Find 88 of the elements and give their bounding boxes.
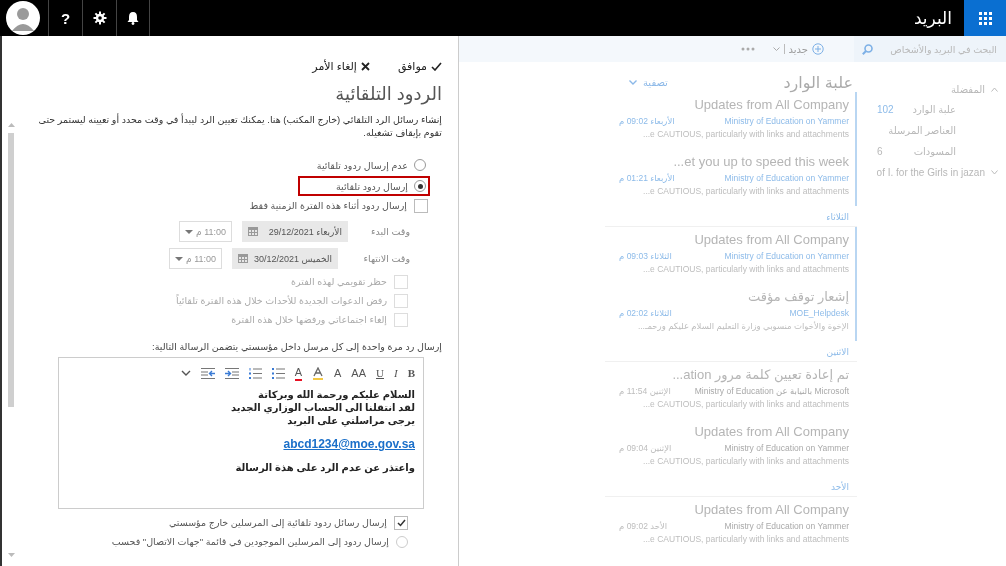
time-label: وقت الانتهاء bbox=[362, 253, 410, 264]
caret-icon bbox=[991, 169, 998, 175]
option-label: إرسال ردود تلقائية bbox=[336, 180, 408, 192]
message-sender: Ministry of Education on Yammer bbox=[724, 173, 849, 183]
italic-button[interactable]: I bbox=[394, 366, 398, 380]
message-sender: Microsoft بالنيابة عن Ministry of Education bbox=[694, 386, 849, 396]
highlight-icon[interactable] bbox=[312, 366, 324, 380]
message-subject: Updates from All Company bbox=[693, 424, 849, 440]
outdent-icon[interactable] bbox=[200, 367, 215, 379]
panel-title: الردود التلقائية bbox=[334, 83, 442, 105]
message-sender: MOE_Helpdesk bbox=[789, 308, 849, 318]
message-preview: الإخوة والأخوات منسوبي وزارة التعليم السلام عليكم ورحمـ... bbox=[636, 321, 849, 331]
option-label: إرسال ردود أثناء هذه الفترة الزمنية فقط bbox=[249, 200, 407, 211]
bell-icon[interactable] bbox=[116, 0, 150, 36]
message-time: الثلاثاء 09:03 م bbox=[619, 251, 672, 261]
grow-font-button[interactable]: A bbox=[334, 366, 342, 380]
time-dropdown[interactable]: 11:00 م bbox=[179, 221, 232, 242]
chevron-down-icon bbox=[629, 79, 637, 85]
caret-icon bbox=[991, 87, 998, 92]
message-sender: Ministry of Education on Yammer bbox=[724, 443, 849, 453]
option-label: حظر تقويمي لهذه الفترة bbox=[291, 276, 387, 287]
app-title: البريد bbox=[913, 7, 952, 29]
message-subject: Updates from All Company bbox=[693, 232, 849, 248]
option-label: إلغاء اجتماعاتي ورفضها خلال هذه الفترة bbox=[231, 314, 387, 325]
message-time: الثلاثاء 02:02 م bbox=[619, 308, 672, 318]
day-header: الثلاثاء bbox=[605, 206, 857, 227]
radio-button[interactable] bbox=[414, 159, 426, 171]
message-time: الأربعاء 09:02 م bbox=[619, 116, 675, 126]
message-subject: إشعار توقف مؤقت bbox=[747, 289, 849, 305]
message-line: واعتذر عن عدم الرد على هذة الرسالة bbox=[234, 461, 415, 474]
dropdown-arrow-icon bbox=[185, 229, 193, 234]
message-line: لقد انتقلنا الى الحساب الوزاري الجديد bbox=[230, 401, 415, 414]
checkbox[interactable] bbox=[414, 198, 428, 213]
option-label: رفض الدعوات الجديدة للأحداث خلال هذه الفترة تلقائياً bbox=[176, 295, 387, 306]
calendar-icon bbox=[248, 227, 258, 236]
radio-button[interactable] bbox=[396, 535, 408, 548]
email-link[interactable]: abcd1234@moe.gov.sa bbox=[283, 437, 415, 451]
time-dropdown[interactable]: 11:00 م bbox=[169, 248, 222, 269]
bold-button[interactable]: B bbox=[407, 366, 415, 380]
description-text: إنشاء رسائل الرد التلقائي (خارج المكتب) هنا. يمكنك تعيين الرد ليبدأ في وقت محدد أو تعيينه ليستمر حتى تقوم بإيقاف تشغيله. bbox=[37, 113, 442, 139]
bullet-list-icon[interactable] bbox=[271, 367, 285, 379]
plus-circle-icon bbox=[812, 43, 824, 55]
message-time: الأحد 09:02 م bbox=[619, 521, 668, 531]
date-field[interactable]: الأربعاء 29/12/2021 bbox=[242, 221, 348, 242]
time-label: وقت البدء bbox=[370, 226, 410, 237]
font-size-button[interactable]: AA bbox=[351, 366, 367, 380]
folder-item[interactable]: العناصر المرسلة bbox=[857, 120, 1006, 141]
app-launcher-icon[interactable] bbox=[964, 0, 1006, 36]
inbox-title: علبة الوارد bbox=[783, 72, 853, 92]
date-field[interactable]: الخميس 30/12/2021 bbox=[232, 248, 338, 269]
filter-button[interactable]: تصفية bbox=[629, 76, 668, 88]
day-header: الاثنين bbox=[605, 341, 857, 362]
chevron-down-icon bbox=[772, 47, 780, 51]
cancel-button[interactable]: إلغاء الأمر bbox=[312, 60, 370, 73]
calendar-icon bbox=[238, 254, 248, 263]
message-subject: Updates from All Company bbox=[693, 97, 849, 113]
ok-button[interactable]: موافق bbox=[397, 60, 442, 73]
option-label: عدم إرسال ردود تلقائية bbox=[316, 159, 408, 171]
message-sender: Ministry of Education on Yammer bbox=[724, 251, 849, 261]
radio-button[interactable] bbox=[414, 180, 426, 192]
message-label: إرسال رد مرة واحدة إلى كل مرسل داخل مؤسستي يتضمن الرسالة التالية: bbox=[151, 341, 442, 352]
option-label: إرسال ردود إلى المرسلين الموجودين في قائمة "جهات الاتصال" فحسب bbox=[111, 536, 389, 547]
new-button[interactable]: جديد bbox=[772, 43, 824, 55]
dropdown-arrow-icon bbox=[175, 256, 183, 261]
message-subject: et you up to speed this week... bbox=[672, 154, 849, 170]
font-color-button[interactable]: A bbox=[294, 365, 302, 381]
underline-button[interactable]: U bbox=[376, 366, 384, 380]
message-time: الإثنين 09:04 م bbox=[619, 443, 672, 453]
message-sender: Ministry of Education on Yammer bbox=[724, 116, 849, 126]
day-header: الأحد bbox=[605, 476, 857, 497]
search-box[interactable]: البحث في البريد والأشخاص bbox=[854, 36, 1006, 62]
option-label: إرسال رسائل ردود تلقائية إلى المرسلين خارج مؤسستي bbox=[168, 517, 387, 528]
message-time: الإثنين 11:54 م bbox=[619, 386, 671, 396]
close-icon bbox=[360, 62, 370, 71]
message-subject: تم إعادة تعيين كلمة مرور ation... bbox=[671, 367, 849, 383]
chevron-down-icon[interactable] bbox=[180, 370, 191, 376]
scrollbar-thumb[interactable] bbox=[8, 133, 14, 407]
message-sender: Ministry of Education on Yammer bbox=[724, 521, 849, 531]
message-line: السلام عليكم ورحمة الله وبركاتة bbox=[257, 388, 415, 401]
numbered-list-icon[interactable] bbox=[248, 367, 262, 379]
message-time: الأربعاء 01:21 م bbox=[619, 173, 675, 183]
message-subject: Updates from All Company bbox=[693, 502, 849, 518]
indent-icon[interactable] bbox=[224, 367, 239, 379]
message-line: يرجى مراسلتي على البريد bbox=[286, 414, 415, 427]
avatar-icon[interactable] bbox=[6, 1, 40, 35]
checkbox[interactable] bbox=[394, 515, 408, 530]
check-icon bbox=[431, 62, 442, 71]
favorites-header[interactable]: المفضلة bbox=[857, 80, 1006, 99]
